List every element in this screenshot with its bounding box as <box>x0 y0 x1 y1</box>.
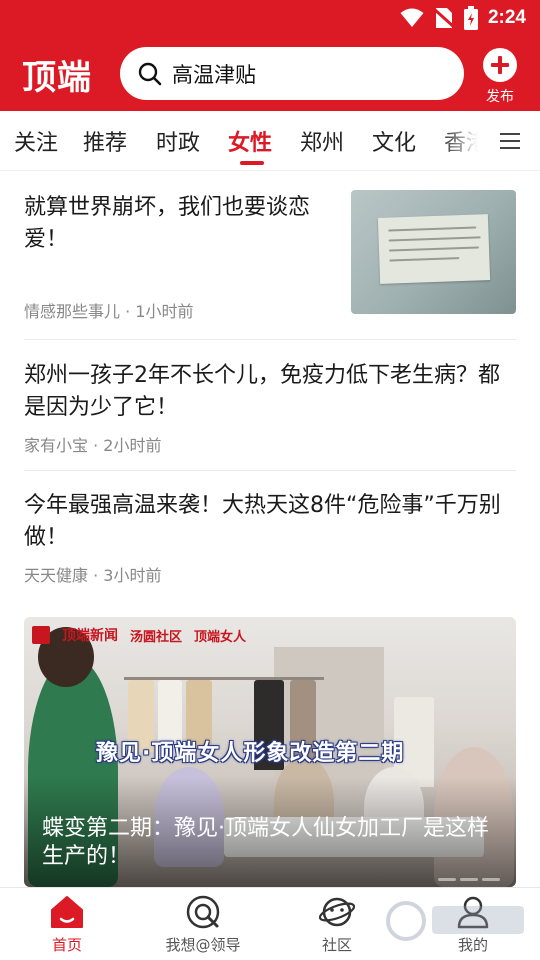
brand-dingduan-news: 顶端新闻 <box>62 628 118 644</box>
planet-icon <box>319 897 355 927</box>
publish-button[interactable]: 发布 <box>478 48 522 106</box>
tabs-fade <box>440 111 480 170</box>
nav-community[interactable]: 社区 <box>282 894 392 955</box>
tab-culture[interactable]: 文化 <box>372 125 416 157</box>
divider <box>24 470 516 471</box>
article-2[interactable]: 郑州一孩子2年不长个儿，免疫力低下老生病？都是因为少了它！ 家有小宝 · 2小时… <box>24 360 516 456</box>
watermark-logo <box>386 901 524 941</box>
tab-zhengzhou[interactable]: 郑州 <box>300 125 344 157</box>
at-search-icon <box>186 895 220 929</box>
nav-ask-leader[interactable]: 我想@领导 <box>148 894 258 955</box>
article-3[interactable]: 今年最强高温来袭！大热天这8件“危险事”千万别做！ 天天健康 · 3小时前 <box>24 490 516 586</box>
divider <box>24 339 516 340</box>
article-title: 郑州一孩子2年不长个儿，免疫力低下老生病？都是因为少了它！ <box>24 363 500 420</box>
article-meta: 天天健康 · 3小时前 <box>24 566 162 585</box>
article-1[interactable]: 就算世界崩坏，我们也要谈恋爱！ 情感那些事儿 · 1小时前 <box>24 192 334 324</box>
article-time: 3小时前 <box>103 566 162 585</box>
nav-label: 我想@领导 <box>165 936 241 954</box>
tab-politics[interactable]: 时政 <box>156 125 200 157</box>
article-thumbnail[interactable] <box>351 190 516 314</box>
home-icon <box>51 896 83 928</box>
article-meta: 情感那些事儿 · 1小时前 <box>24 302 194 321</box>
carousel-indicator <box>438 878 500 881</box>
active-tab-indicator <box>240 161 264 165</box>
publish-label: 发布 <box>486 89 514 105</box>
tab-women[interactable]: 女性 <box>228 125 272 157</box>
search-icon <box>138 62 162 85</box>
status-icons: 2:24 <box>400 6 526 30</box>
article-source: 情感那些事儿 <box>24 302 121 321</box>
top-header: 2:24 顶端 高温津贴 发布 <box>0 0 540 111</box>
video-brand-logos: 顶端新闻 汤圆社区 顶端女人 <box>32 625 246 645</box>
video-caption: 蝶变第二期：豫见·顶端女人仙女加工厂是这样生产的！ <box>42 816 489 869</box>
status-time: 2:24 <box>487 7 526 28</box>
article-time: 1小时前 <box>135 302 194 321</box>
article-title: 就算世界崩坏，我们也要谈恋爱！ <box>24 195 311 252</box>
brand-tangyuan: 汤圆社区 <box>130 629 183 645</box>
category-tabs: 关注 推荐 时政 女性 郑州 文化 香港 <box>0 111 540 171</box>
nav-label: 社区 <box>321 936 352 954</box>
brand-badge <box>32 626 50 644</box>
article-time: 2小时前 <box>103 436 162 455</box>
article-source: 家有小宝 <box>24 436 89 455</box>
nav-home[interactable]: 首页 <box>12 894 122 955</box>
app-logo[interactable]: 顶端 <box>22 50 92 99</box>
channel-menu-button[interactable] <box>480 111 540 170</box>
video-banner-text: 豫见·顶端女人形象改造第二期 <box>96 741 405 766</box>
video-card[interactable]: 顶端新闻 汤圆社区 顶端女人 豫见·顶端女人形象改造第二期 蝶变第二期：豫见·顶… <box>24 617 516 887</box>
tab-recommend[interactable]: 推荐 <box>83 125 127 157</box>
status-bar: 2:24 <box>0 0 540 36</box>
search-query: 高温津贴 <box>172 62 256 87</box>
search-input[interactable]: 高温津贴 <box>120 47 464 100</box>
article-meta: 家有小宝 · 2小时前 <box>24 436 162 455</box>
wifi-icon <box>400 8 424 27</box>
no-sim-icon <box>433 7 454 29</box>
plus-icon <box>483 48 517 82</box>
article-title: 今年最强高温来袭！大热天这8件“危险事”千万别做！ <box>24 493 501 550</box>
nav-label: 首页 <box>51 936 82 954</box>
battery-icon <box>463 6 478 30</box>
brand-dingduan-women: 顶端女人 <box>194 629 247 645</box>
tab-follow[interactable]: 关注 <box>14 125 58 157</box>
handwritten-note-image <box>377 214 491 284</box>
menu-icon <box>500 133 520 149</box>
article-source: 天天健康 <box>24 566 89 585</box>
